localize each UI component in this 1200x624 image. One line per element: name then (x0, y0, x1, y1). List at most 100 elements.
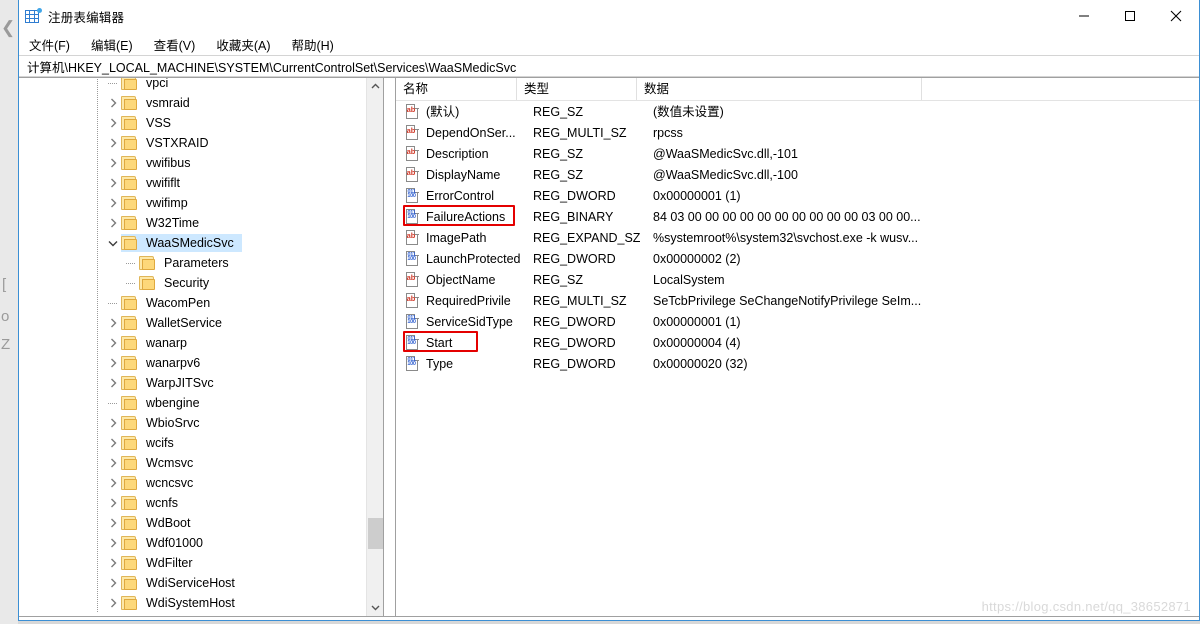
tree-item-vwifibus[interactable]: vwifibus (19, 153, 379, 173)
chevron-right-icon[interactable] (105, 335, 121, 351)
scroll-down-arrow-icon[interactable] (367, 599, 384, 616)
chevron-right-icon[interactable] (105, 515, 121, 531)
value-data: %systemroot%\system32\svchost.exe -k wus… (653, 230, 919, 245)
tree-item-label: wcnfs (146, 496, 178, 510)
value-type: REG_DWORD (533, 188, 616, 203)
chevron-right-icon[interactable] (105, 215, 121, 231)
tree-item-wcmsvc[interactable]: Wcmsvc (19, 453, 379, 473)
registry-values-pane: 名称 类型 数据 ab (默认) REG_SZ (数值未设置) ab DependOnSe… (396, 78, 1199, 616)
value-row[interactable]: ab ObjectName REG_SZ LocalSystem (396, 269, 1199, 290)
chevron-right-icon[interactable] (105, 435, 121, 451)
chevron-right-icon[interactable] (105, 595, 121, 611)
value-row[interactable]: 011 100 Type REG_DWORD 0x00000020 (32) (396, 353, 1199, 374)
value-row[interactable]: 011 100 Start REG_DWORD 0x00000004 (4) (396, 331, 1199, 353)
tree-item-wacompen[interactable]: WacomPen (19, 293, 379, 313)
tree-connector-line (97, 573, 98, 593)
tree-item-security[interactable]: Security (19, 273, 379, 293)
value-row[interactable]: 011 100 LaunchProtected REG_DWORD 0x00000002… (396, 248, 1199, 269)
column-header-type[interactable]: 类型 (517, 78, 637, 100)
title-bar: 注册表编辑器 (19, 0, 1199, 33)
folder-icon (121, 476, 138, 490)
value-row[interactable]: ab DisplayName REG_SZ @WaaSMedicSvc.dll,-10… (396, 164, 1199, 185)
registry-editor-icon (25, 8, 42, 24)
tree-connector-stub (126, 283, 135, 284)
value-row[interactable]: ab ImagePath REG_EXPAND_SZ %systemroot%\sys… (396, 227, 1199, 248)
chevron-right-icon[interactable] (105, 535, 121, 551)
value-row[interactable]: ab Description REG_SZ @WaaSMedicSvc.dll,-10… (396, 143, 1199, 164)
tree-item-label: W32Time (146, 216, 200, 230)
tree-item-wbiosrvc[interactable]: WbioSrvc (19, 413, 379, 433)
pane-splitter[interactable] (383, 78, 396, 616)
folder-icon (121, 296, 138, 310)
folder-icon (121, 496, 138, 510)
minimize-button[interactable] (1061, 0, 1107, 32)
tree-item-wanarp[interactable]: wanarp (19, 333, 379, 353)
tree-item-label: Wdf01000 (146, 536, 203, 550)
chevron-right-icon[interactable] (105, 375, 121, 391)
chevron-right-icon[interactable] (105, 475, 121, 491)
address-bar[interactable]: 计算机\HKEY_LOCAL_MACHINE\SYSTEM\CurrentCon… (19, 55, 1199, 77)
value-row[interactable]: ab (默认) REG_SZ (数值未设置) (396, 101, 1199, 122)
tree-item-vstxraid[interactable]: VSTXRAID (19, 133, 379, 153)
tree-item-wdboot[interactable]: WdBoot (19, 513, 379, 533)
string-value-icon: ab (405, 292, 421, 309)
tree-item-wdfilter[interactable]: WdFilter (19, 553, 379, 573)
close-button[interactable] (1153, 0, 1199, 32)
tree-item-label: WarpJITSvc (146, 376, 214, 390)
tree-item-wcifs[interactable]: wcifs (19, 433, 379, 453)
menu-favorites[interactable]: 收藏夹(A) (216, 35, 270, 54)
tree-item-vpci[interactable]: vpci (19, 78, 379, 93)
chevron-right-icon[interactable] (105, 355, 121, 371)
chevron-right-icon[interactable] (105, 495, 121, 511)
tree-item-wanarpv6[interactable]: wanarpv6 (19, 353, 379, 373)
chevron-right-icon[interactable] (105, 95, 121, 111)
column-header-name[interactable]: 名称 (396, 78, 517, 100)
tree-item-wdf01000[interactable]: Wdf01000 (19, 533, 379, 553)
chevron-right-icon[interactable] (105, 195, 121, 211)
tree-item-wcncsvc[interactable]: wcncsvc (19, 473, 379, 493)
value-row[interactable]: 011 100 FailureActions REG_BINARY 84 03 00 0… (396, 205, 1199, 227)
tree-item-vsmraid[interactable]: vsmraid (19, 93, 379, 113)
tree-item-warpjitsvc[interactable]: WarpJITSvc (19, 373, 379, 393)
chevron-right-icon[interactable] (105, 175, 121, 191)
column-header-data[interactable]: 数据 (637, 78, 922, 100)
menu-edit[interactable]: 编辑(E) (91, 35, 133, 54)
folder-icon (139, 276, 156, 290)
menu-file[interactable]: 文件(F) (29, 35, 70, 54)
tree-connector-line (97, 253, 98, 273)
chevron-right-icon[interactable] (105, 555, 121, 571)
scroll-up-arrow-icon[interactable] (367, 78, 384, 95)
scrollbar-thumb[interactable] (368, 518, 383, 549)
tree-item-walletservice[interactable]: WalletService (19, 313, 379, 333)
value-row[interactable]: 011 100 ServiceSidType REG_DWORD 0x00000001 … (396, 311, 1199, 332)
tree-item-wbengine[interactable]: wbengine (19, 393, 379, 413)
chevron-right-icon[interactable] (105, 115, 121, 131)
tree-item-wcnfs[interactable]: wcnfs (19, 493, 379, 513)
chevron-right-icon[interactable] (105, 155, 121, 171)
tree-item-vss[interactable]: VSS (19, 113, 379, 133)
tree-item-vwifimp[interactable]: vwifimp (19, 193, 379, 213)
chevron-right-icon[interactable] (105, 315, 121, 331)
tree-item-waasmedicsvc[interactable]: WaaSMedicSvc (19, 233, 379, 253)
chevron-right-icon[interactable] (105, 455, 121, 471)
value-name: DisplayName (426, 167, 501, 182)
maximize-button[interactable] (1107, 0, 1153, 32)
chevron-down-icon[interactable] (105, 235, 121, 251)
tree-vertical-scrollbar[interactable] (366, 78, 383, 616)
chevron-right-icon[interactable] (105, 415, 121, 431)
tree-item-vwififlt[interactable]: vwififlt (19, 173, 379, 193)
value-row[interactable]: ab RequiredPrivile REG_MULTI_SZ SeTcbPrivil… (396, 290, 1199, 311)
value-row[interactable]: ab DependOnSer... REG_MULTI_SZ rpcss (396, 122, 1199, 143)
tree-item-parameters[interactable]: Parameters (19, 253, 379, 273)
menu-view[interactable]: 查看(V) (154, 35, 196, 54)
folder-icon (121, 556, 138, 570)
value-name: DependOnSer... (426, 125, 516, 140)
tree-item-w32time[interactable]: W32Time (19, 213, 379, 233)
chevron-right-icon[interactable] (105, 575, 121, 591)
value-row[interactable]: 011 100 ErrorControl REG_DWORD 0x00000001 (1… (396, 185, 1199, 206)
menu-help[interactable]: 帮助(H) (291, 35, 333, 54)
chevron-right-icon[interactable] (105, 135, 121, 151)
tree-item-wdiservicehost[interactable]: WdiServiceHost (19, 573, 379, 593)
tree-item-wdisystemhost[interactable]: WdiSystemHost (19, 593, 379, 613)
folder-icon (121, 78, 138, 90)
